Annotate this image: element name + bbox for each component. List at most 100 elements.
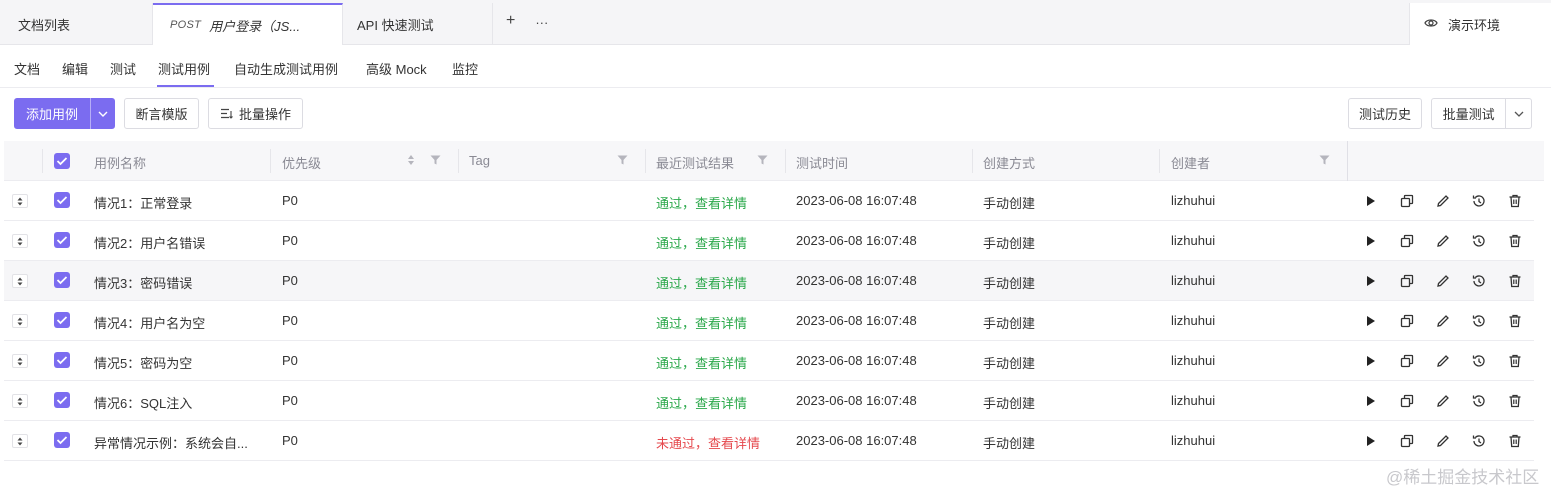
subtab-test[interactable]: 测试 (110, 59, 136, 78)
tab-doc-list[interactable]: 文档列表 (4, 3, 153, 45)
assert-template-button[interactable]: 断言模版 (124, 98, 199, 129)
row-checkbox[interactable] (54, 192, 70, 208)
filter-icon[interactable] (617, 155, 628, 165)
drag-handle-icon[interactable] (12, 274, 28, 288)
drag-handle-icon[interactable] (12, 314, 28, 328)
trash-icon[interactable] (1507, 353, 1523, 369)
add-case-button[interactable]: 添加用例 (14, 98, 115, 129)
table-row[interactable]: 情况3：密码错误 P0 通过，查看详情 2023-06-08 16:07:48 手动创建… (4, 261, 1534, 301)
tab-user-login[interactable]: POST 用户登录（JS... (153, 3, 343, 45)
case-name[interactable]: 情况3：密码错误 (94, 273, 192, 292)
edit-icon[interactable] (1435, 393, 1451, 409)
more-icon[interactable]: ··· (535, 12, 548, 30)
tab-api-quick-test[interactable]: API 快速测试 (343, 3, 493, 45)
trash-icon[interactable] (1507, 233, 1523, 249)
play-icon[interactable] (1363, 273, 1379, 289)
copy-icon[interactable] (1399, 433, 1415, 449)
created-method: 手动创建 (983, 436, 1036, 451)
edit-icon[interactable] (1435, 353, 1451, 369)
case-name[interactable]: 异常情况示例：系统会自... (94, 433, 248, 452)
batch-test-button[interactable]: 批量测试 (1431, 98, 1532, 129)
copy-icon[interactable] (1399, 313, 1415, 329)
test-history-button[interactable]: 测试历史 (1348, 98, 1422, 129)
copy-icon[interactable] (1399, 193, 1415, 209)
sort-icon[interactable] (407, 154, 415, 166)
drag-handle-icon[interactable] (12, 234, 28, 248)
play-icon[interactable] (1363, 313, 1379, 329)
row-checkbox[interactable] (54, 272, 70, 288)
trash-icon[interactable] (1507, 193, 1523, 209)
row-checkbox[interactable] (54, 312, 70, 328)
play-icon[interactable] (1363, 433, 1379, 449)
test-result-link[interactable]: 通过，查看详情 (656, 193, 747, 212)
history-icon[interactable] (1471, 433, 1487, 449)
history-icon[interactable] (1471, 393, 1487, 409)
add-case-label: 添加用例 (25, 107, 78, 122)
history-icon[interactable] (1471, 353, 1487, 369)
edit-icon[interactable] (1435, 193, 1451, 209)
history-icon[interactable] (1471, 273, 1487, 289)
copy-icon[interactable] (1399, 353, 1415, 369)
drag-handle-icon[interactable] (12, 434, 28, 448)
table-row[interactable]: 情况5：密码为空 P0 通过，查看详情 2023-06-08 16:07:48 手动创建… (4, 341, 1534, 381)
copy-icon[interactable] (1399, 233, 1415, 249)
filter-icon[interactable] (1319, 155, 1330, 165)
subtab-docs[interactable]: 文档 (14, 59, 40, 78)
drag-handle-icon[interactable] (12, 394, 28, 408)
edit-icon[interactable] (1435, 233, 1451, 249)
case-name[interactable]: 情况4：用户名为空 (94, 313, 205, 332)
table-row[interactable]: 情况1：正常登录 P0 通过，查看详情 2023-06-08 16:07:48 手动创建… (4, 181, 1534, 221)
table-row[interactable]: 情况6：SQL注入 P0 通过，查看详情 2023-06-08 16:07:48 手动创… (4, 381, 1534, 421)
add-case-dropdown[interactable] (90, 98, 115, 129)
table-row[interactable]: 情况2：用户名错误 P0 通过，查看详情 2023-06-08 16:07:48 手动创… (4, 221, 1534, 261)
case-name[interactable]: 情况1：正常登录 (94, 193, 192, 212)
subtab-auto-generate[interactable]: 自动生成测试用例 (234, 59, 338, 78)
row-checkbox[interactable] (54, 392, 70, 408)
row-checkbox[interactable] (54, 352, 70, 368)
filter-icon[interactable] (430, 155, 441, 165)
copy-icon[interactable] (1399, 393, 1415, 409)
case-name[interactable]: 情况2：用户名错误 (94, 233, 205, 252)
edit-icon[interactable] (1435, 433, 1451, 449)
play-icon[interactable] (1363, 353, 1379, 369)
history-icon[interactable] (1471, 313, 1487, 329)
column-divider (972, 149, 973, 173)
edit-icon[interactable] (1435, 313, 1451, 329)
test-result-link[interactable]: 通过，查看详情 (656, 233, 747, 252)
subtab-edit[interactable]: 编辑 (62, 59, 88, 78)
test-result-link[interactable]: 通过，查看详情 (656, 273, 747, 292)
play-icon[interactable] (1363, 393, 1379, 409)
play-icon[interactable] (1363, 233, 1379, 249)
trash-icon[interactable] (1507, 273, 1523, 289)
environment-selector[interactable]: 演示环境 (1409, 3, 1551, 45)
select-all-checkbox[interactable] (54, 153, 70, 169)
case-name[interactable]: 情况6：SQL注入 (94, 393, 192, 412)
table-row[interactable]: 情况4：用户名为空 P0 通过，查看详情 2023-06-08 16:07:48 手动创… (4, 301, 1534, 341)
case-name[interactable]: 情况5：密码为空 (94, 353, 192, 372)
test-result-link[interactable]: 通过，查看详情 (656, 313, 747, 332)
trash-icon[interactable] (1507, 313, 1523, 329)
add-tab-icon[interactable]: + (506, 12, 515, 30)
history-icon[interactable] (1471, 233, 1487, 249)
trash-icon[interactable] (1507, 393, 1523, 409)
history-icon[interactable] (1471, 193, 1487, 209)
filter-icon[interactable] (757, 155, 768, 165)
edit-icon[interactable] (1435, 273, 1451, 289)
test-result-link[interactable]: 通过，查看详情 (656, 393, 747, 412)
test-history-label: 测试历史 (1358, 107, 1411, 122)
drag-handle-icon[interactable] (12, 194, 28, 208)
subtab-test-cases[interactable]: 测试用例 (158, 59, 210, 78)
row-checkbox[interactable] (54, 232, 70, 248)
table-row[interactable]: 异常情况示例：系统会自... P0 未通过，查看详情 2023-06-08 16:07… (4, 421, 1534, 461)
trash-icon[interactable] (1507, 433, 1523, 449)
subtab-monitor[interactable]: 监控 (452, 59, 478, 78)
batch-test-dropdown[interactable] (1505, 99, 1531, 128)
test-result-link[interactable]: 未通过，查看详情 (656, 433, 760, 452)
row-checkbox[interactable] (54, 432, 70, 448)
drag-handle-icon[interactable] (12, 354, 28, 368)
batch-ops-button[interactable]: 批量操作 (208, 98, 303, 129)
subtab-advanced-mock[interactable]: 高级 Mock (366, 59, 427, 78)
copy-icon[interactable] (1399, 273, 1415, 289)
play-icon[interactable] (1363, 193, 1379, 209)
test-result-link[interactable]: 通过，查看详情 (656, 353, 747, 372)
